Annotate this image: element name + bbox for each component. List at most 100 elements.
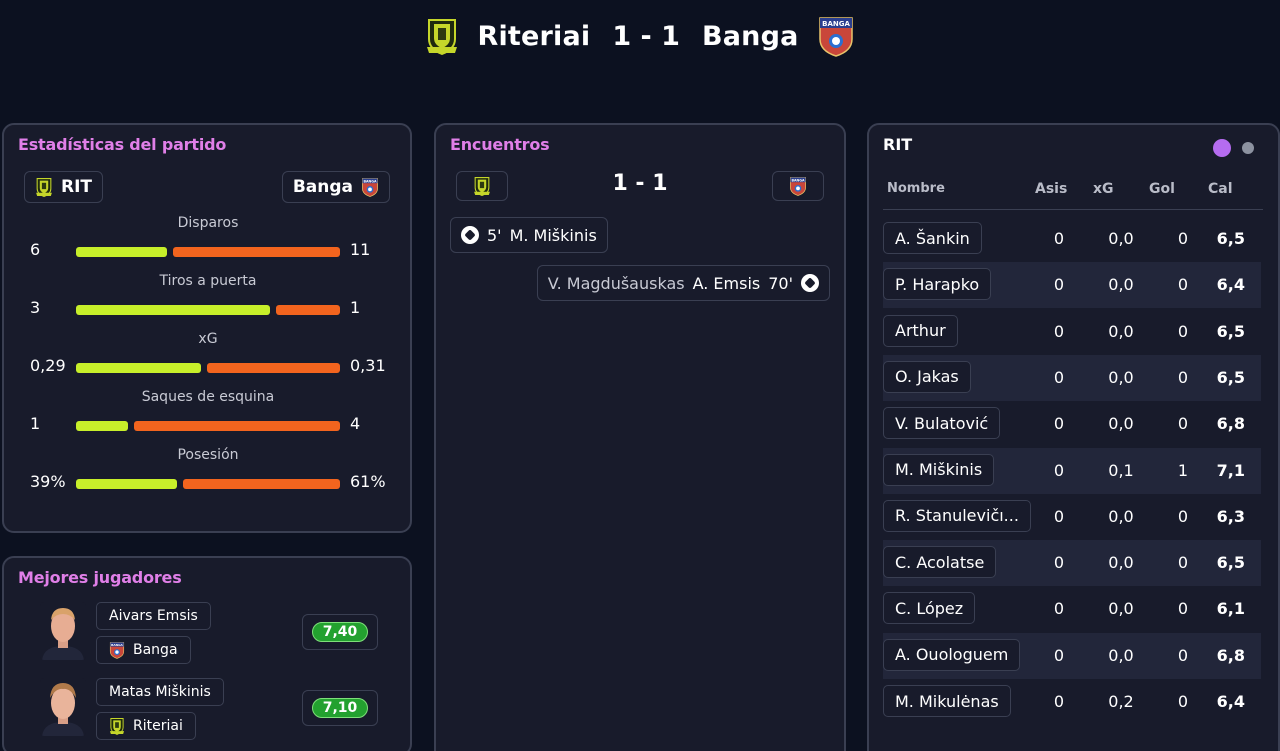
cell-goals: 0 — [1177, 367, 1189, 387]
home-team-name: Riteriai — [477, 20, 591, 52]
cell-assists: 0 — [1053, 321, 1065, 341]
stat-row: Saques de esquina 1 4 — [4, 389, 412, 447]
stat-home-bar — [76, 421, 128, 431]
player-name[interactable]: P. Harapko — [883, 268, 992, 301]
team-toggle-active[interactable] — [1213, 139, 1231, 157]
rating-badge: 7,10 — [311, 698, 369, 718]
col-header-xg[interactable]: xG — [1093, 181, 1114, 197]
stat-label: Posesión — [177, 447, 239, 463]
cell-assists: 0 — [1053, 367, 1065, 387]
best-players-panel: Mejores jugadores Aivars Emsis Banga 7,4… — [2, 556, 412, 751]
encounters-away-chip[interactable] — [772, 171, 824, 201]
encounters-title: Encuentros — [450, 135, 550, 154]
encounters-panel: Encuentros 1 - 1 5' M. Miškinis V. Magdu… — [434, 123, 846, 751]
cell-rating: 6,8 — [1216, 645, 1245, 665]
stat-home-value: 0,29 — [30, 356, 66, 375]
player-name[interactable]: R. Stanulevičı... — [883, 499, 1031, 532]
stats-title: Estadísticas del partido — [18, 135, 227, 154]
player-name[interactable]: V. Bulatović — [883, 407, 1001, 440]
player-name[interactable]: O. Jakas — [883, 360, 971, 393]
stat-home-bar — [76, 479, 177, 489]
stat-label: Tiros a puerta — [159, 273, 257, 289]
table-row[interactable]: R. Stanulevičı... 0 0,0 0 6,3 — [883, 494, 1261, 540]
best-player-team: Banga — [96, 636, 191, 664]
goal-minute: 70' — [768, 273, 793, 293]
best-player-team: Riteriai — [96, 712, 196, 740]
cell-assists: 0 — [1053, 229, 1065, 248]
col-header-goals[interactable]: Gol — [1149, 181, 1175, 197]
col-header-rating[interactable]: Cal — [1208, 181, 1233, 197]
cell-xg: 0,0 — [1108, 645, 1134, 665]
stat-away-bar — [134, 421, 340, 431]
cell-rating: 6,5 — [1216, 321, 1245, 341]
stat-home-bar — [76, 305, 270, 315]
avatar — [40, 678, 86, 736]
cell-goals: 0 — [1177, 275, 1189, 295]
best-player-row[interactable]: Aivars Emsis Banga 7,40 — [4, 602, 412, 672]
goal-event-away[interactable]: V. Magdušauskas A. Emsis 70' — [536, 265, 830, 301]
player-name[interactable]: A. Ouologuem — [883, 638, 1021, 671]
table-row[interactable]: Arthur 0 0,0 0 6,5 — [883, 309, 1261, 355]
table-row[interactable]: M. Miškinis 0 0,1 1 7,1 — [883, 447, 1261, 494]
best-player-name: Aivars Emsis — [96, 602, 211, 630]
cell-xg: 0,0 — [1108, 553, 1134, 573]
cell-goals: 0 — [1177, 553, 1189, 573]
cell-rating: 6,4 — [1216, 692, 1245, 711]
cell-rating: 6,1 — [1216, 599, 1245, 619]
stat-row: Disparos 6 11 — [4, 215, 412, 273]
table-row[interactable]: A. Ouologuem 0 0,0 0 6,8 — [883, 632, 1261, 679]
avatar — [40, 602, 86, 660]
stats-home-chip[interactable]: RIT — [24, 171, 104, 203]
cell-assists: 0 — [1053, 692, 1065, 711]
player-name[interactable]: A. Šankin — [883, 222, 982, 254]
table-row[interactable]: O. Jakas 0 0,0 0 6,5 — [883, 354, 1261, 401]
away-team-name: Banga — [701, 20, 799, 52]
stat-away-value: 61% — [350, 472, 386, 491]
stat-row: Posesión 39% 61% — [4, 447, 412, 505]
cell-xg: 0,1 — [1108, 460, 1134, 480]
team-toggle-inactive[interactable] — [1242, 142, 1254, 154]
banga-crest-icon — [362, 178, 378, 197]
table-row[interactable]: P. Harapko 0 0,0 0 6,4 — [883, 262, 1261, 309]
table-row[interactable]: A. Šankin 0 0,0 0 6,5 — [883, 216, 1261, 262]
best-player-rating-box: 7,10 — [302, 690, 378, 726]
cell-xg: 0,0 — [1108, 506, 1134, 526]
table-row[interactable]: V. Bulatović 0 0,0 0 6,8 — [883, 401, 1261, 447]
stats-away-chip[interactable]: Banga — [281, 171, 390, 203]
stat-away-value: 11 — [350, 240, 371, 259]
table-row[interactable]: M. Mikulėnas 0 0,2 0 6,4 — [883, 679, 1261, 725]
best-player-row[interactable]: Matas Miškinis Riteriai 7,10 — [4, 678, 412, 748]
col-header-name[interactable]: Nombre — [887, 181, 945, 196]
player-name[interactable]: M. Mikulėnas — [883, 685, 1011, 717]
cell-goals: 0 — [1177, 599, 1189, 619]
best-players-title: Mejores jugadores — [18, 568, 182, 587]
cell-assists: 0 — [1053, 275, 1065, 295]
cell-goals: 0 — [1177, 645, 1189, 665]
col-header-assists[interactable]: Asis — [1035, 181, 1067, 197]
goal-minute: 5' — [487, 225, 502, 245]
soccer-ball-icon — [801, 274, 819, 292]
cell-rating: 6,4 — [1216, 275, 1245, 295]
player-name[interactable]: M. Miškinis — [883, 453, 995, 486]
stat-home-value: 6 — [30, 240, 41, 259]
stat-home-bar — [76, 247, 167, 257]
cell-rating: 6,5 — [1216, 367, 1245, 387]
stat-away-value: 0,31 — [350, 356, 386, 375]
player-name[interactable]: C. Acolatse — [883, 546, 997, 579]
best-player-team-label: Riteriai — [133, 718, 183, 734]
player-name[interactable]: Arthur — [883, 314, 958, 347]
stat-home-value: 1 — [30, 414, 41, 433]
player-name[interactable]: C. López — [883, 592, 976, 625]
lineup-panel: RIT Nombre Asis xG Gol Cal A. Šankin 0 0,0… — [867, 123, 1280, 751]
best-player-team-label: Banga — [133, 642, 178, 658]
stat-label: Saques de esquina — [141, 389, 275, 405]
table-row[interactable]: C. López 0 0,0 0 6,1 — [883, 586, 1261, 632]
cell-goals: 1 — [1177, 460, 1189, 480]
table-row[interactable]: C. Acolatse 0 0,0 0 6,5 — [883, 540, 1261, 587]
goal-event-home[interactable]: 5' M. Miškinis — [450, 217, 608, 253]
stat-row: xG 0,29 0,31 — [4, 331, 412, 389]
header-divider — [883, 209, 1263, 210]
banga-crest-icon — [790, 177, 806, 196]
stat-away-bar — [276, 305, 340, 315]
cell-goals: 0 — [1177, 414, 1189, 434]
